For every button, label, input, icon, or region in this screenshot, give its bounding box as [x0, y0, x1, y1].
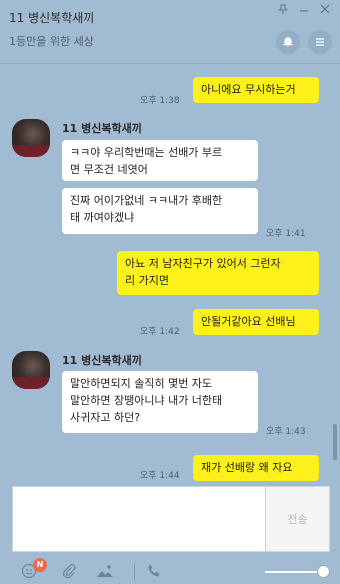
chat-subtitle: 1등만을 위한 세상: [9, 35, 94, 48]
outgoing-message[interactable]: 재가 선배랑 왜 자요: [193, 455, 319, 481]
message-time: 오후 1:44: [140, 471, 180, 481]
chat-header: 11 병신복학새끼 1등만을 위한 세상: [0, 0, 340, 64]
notification-bell-button[interactable]: [276, 30, 300, 54]
message-time: 오후 1:38: [140, 96, 180, 106]
menu-button[interactable]: [308, 30, 332, 54]
hamburger-icon: [316, 38, 324, 46]
scrollbar[interactable]: [333, 424, 337, 460]
close-icon[interactable]: [318, 4, 332, 18]
message-list[interactable]: 아니에요 무시하는거 오후 1:38 11 병신복학새끼 ㅋㅋ야 우리학번때는 …: [0, 64, 340, 484]
opacity-slider-handle[interactable]: [317, 565, 330, 578]
sender-name: 11 병신복학새끼: [62, 354, 142, 367]
minimize-icon[interactable]: [297, 4, 311, 18]
message-time: 오후 1:42: [140, 327, 180, 337]
toolbar-divider: [134, 564, 135, 580]
composer: 전송 N: [0, 484, 340, 584]
avatar[interactable]: [12, 119, 50, 157]
composer-toolbar: [0, 554, 340, 584]
outgoing-message[interactable]: 아니에요 무시하는거: [193, 77, 319, 103]
message-input[interactable]: [12, 486, 266, 552]
avatar[interactable]: [12, 351, 50, 389]
image-icon[interactable]: [96, 562, 114, 580]
outgoing-message[interactable]: 아뇨 저 남자친구가 있어서 그런자 리 가지면: [117, 251, 319, 295]
pin-icon[interactable]: [276, 4, 290, 18]
bell-icon: [283, 37, 293, 47]
outgoing-message[interactable]: 안될거같아요 선배님: [193, 309, 319, 335]
message-time: 오후 1:43: [266, 427, 306, 437]
send-button[interactable]: 전송: [266, 486, 330, 552]
message-time: 오후 1:41: [266, 229, 306, 239]
chat-title: 11 병신복학새끼: [9, 11, 95, 25]
incoming-message[interactable]: 말안하면되지 솔직히 몇번 자도 말안하면 장땡아니냐 내가 너한태 사귀자고 …: [62, 371, 258, 433]
phone-icon[interactable]: [145, 562, 163, 580]
new-badge: N: [33, 558, 47, 572]
incoming-message[interactable]: ㅋㅋ야 우리학번때는 선배가 부르 면 무조건 네엿어: [62, 140, 258, 181]
opacity-slider-track[interactable]: [265, 571, 323, 573]
incoming-message[interactable]: 진짜 어이가없네 ㅋㅋ내가 후배한 태 까여야겠냐: [62, 188, 258, 234]
sender-name: 11 병신복학새끼: [62, 122, 142, 135]
attachment-icon[interactable]: [60, 562, 78, 580]
